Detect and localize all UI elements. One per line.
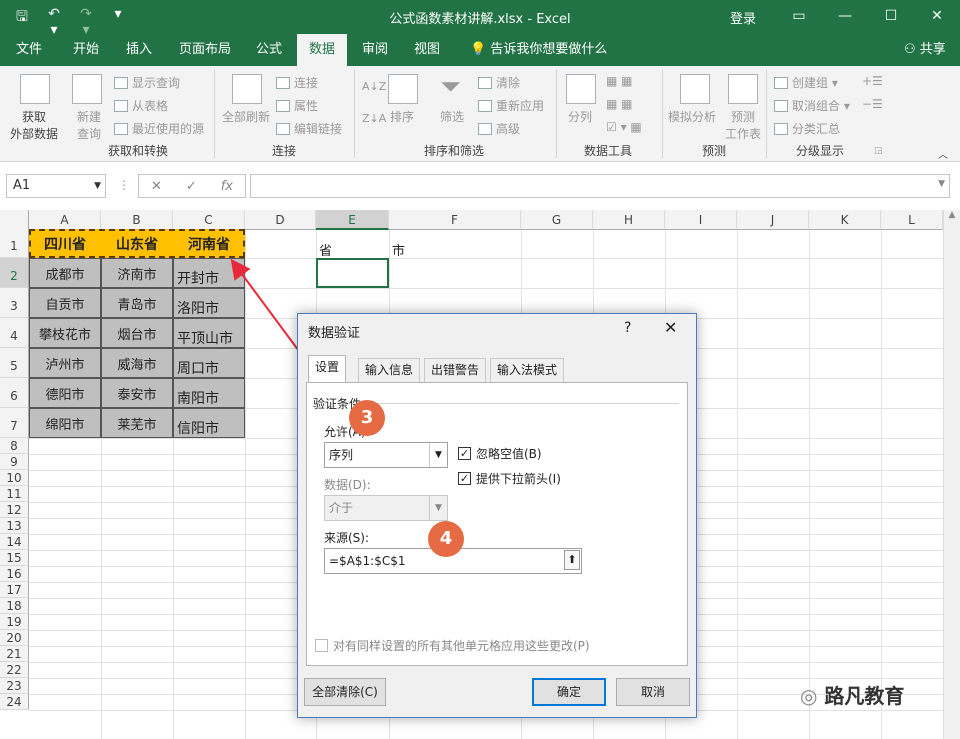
- data-value: 介于: [329, 501, 354, 515]
- allow-value: 序列: [329, 448, 354, 462]
- data-select: 介于 ▼: [324, 495, 448, 521]
- source-label: 来源(S):: [324, 531, 370, 545]
- watermark-text: 路凡教育: [824, 684, 905, 708]
- section-divider: [377, 403, 679, 404]
- ignore-blank-label: 忽略空值(B): [476, 447, 542, 461]
- tab-error-alert[interactable]: 出错警告: [424, 358, 487, 382]
- dropdown-checkbox[interactable]: ✓: [458, 472, 471, 485]
- collapse-dialog-icon[interactable]: ⬆: [564, 550, 580, 570]
- tab-ime-mode[interactable]: 输入法模式: [490, 358, 565, 382]
- dropdown-label: 提供下拉箭头(I): [476, 472, 561, 486]
- allow-select[interactable]: 序列 ▼: [324, 442, 448, 468]
- chevron-down-icon[interactable]: ▼: [429, 443, 447, 467]
- apply-all-checkbox[interactable]: [315, 639, 328, 652]
- close-icon[interactable]: ✕: [664, 318, 677, 337]
- data-validation-dialog: 数据验证 ? ✕ 设置 输入信息 出错警告 输入法模式 验证条件 允许(A): …: [297, 313, 697, 718]
- ok-button[interactable]: 确定: [532, 678, 606, 706]
- source-value: =$A$1:$C$1: [329, 554, 406, 568]
- ignore-blank-checkbox[interactable]: ✓: [458, 447, 471, 460]
- data-label: 数据(D):: [324, 478, 371, 492]
- dialog-title: 数据验证: [308, 326, 361, 341]
- clear-all-button[interactable]: 全部清除(C): [304, 678, 386, 706]
- step-badge-3: 3: [349, 400, 385, 436]
- cancel-button[interactable]: 取消: [616, 678, 690, 706]
- apply-all-label: 对有同样设置的所有其他单元格应用这些更改(P): [333, 639, 590, 653]
- help-icon[interactable]: ?: [624, 320, 631, 336]
- step-badge-4: 4: [428, 521, 464, 557]
- tab-settings[interactable]: 设置: [308, 355, 347, 383]
- chevron-down-icon: ▼: [429, 496, 447, 520]
- wechat-icon: ◎: [800, 684, 825, 708]
- tab-input-message[interactable]: 输入信息: [358, 358, 421, 382]
- watermark: ◎ 路凡教育: [800, 680, 904, 709]
